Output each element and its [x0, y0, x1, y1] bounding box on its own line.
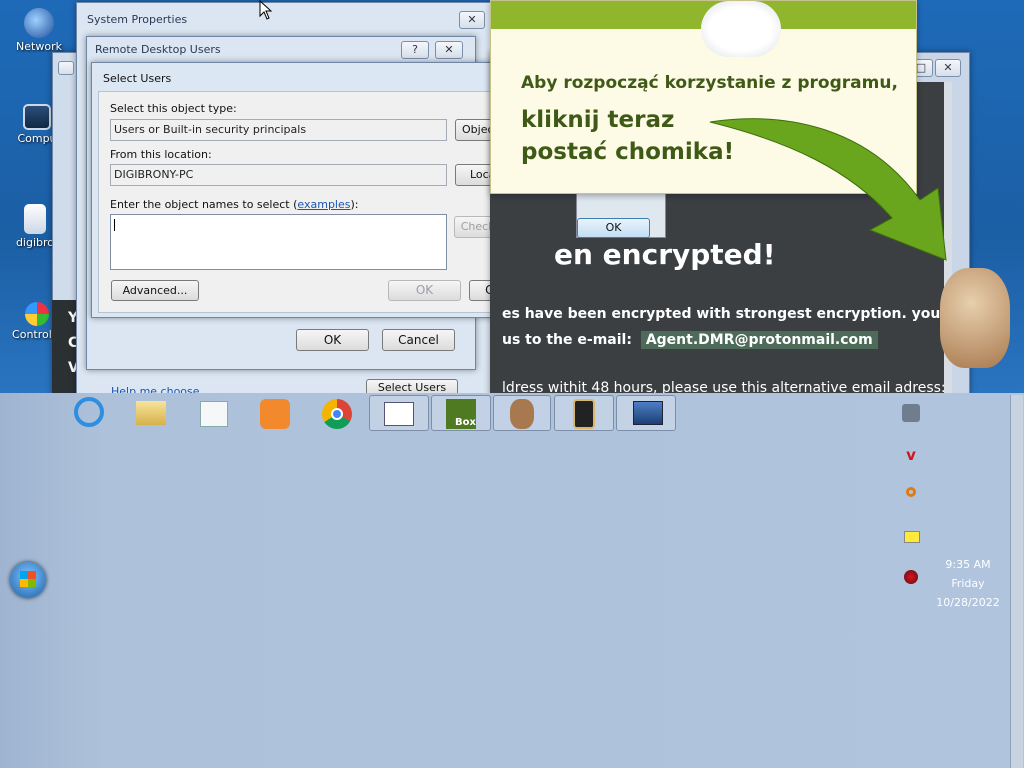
windows-logo-icon [20, 571, 36, 587]
mouse-cursor-icon [259, 0, 273, 20]
location-field: DIGIBRONY-PC [110, 164, 447, 186]
taskbar-item-chomikbox[interactable]: Box [431, 395, 491, 431]
popup-text-line1: Aby rozpocząć korzystanie z programu, [521, 73, 898, 93]
restore-button[interactable] [58, 61, 74, 75]
taskbar-item-file-explorer[interactable] [124, 395, 180, 431]
start-button[interactable] [10, 562, 46, 598]
clock-time: 9:35 AM [945, 558, 991, 571]
object-names-label-suffix: ): [350, 198, 359, 211]
taskbar-item-open-window-4[interactable] [554, 395, 614, 431]
taskbar-item-remote-desktop[interactable] [616, 395, 676, 431]
chomikbox-icon: Box [446, 399, 476, 429]
location-label: From this location: [110, 148, 212, 161]
window-title: System Properties [87, 13, 188, 26]
window-title: Remote Desktop Users [95, 43, 221, 56]
background-window-strip: Y C V [52, 300, 79, 393]
hamster-icon [510, 399, 534, 429]
close-icon: ✕ [467, 13, 477, 26]
media-player-icon [200, 401, 228, 427]
ok-button[interactable]: OK [296, 329, 369, 351]
clock-day: Friday [951, 577, 985, 590]
object-type-label: Select this object type: [110, 102, 237, 115]
advanced-button[interactable]: Advanced... [111, 280, 199, 301]
object-type-field: Users or Built-in security principals [110, 119, 447, 141]
object-names-label-prefix: Enter the object names to select ( [110, 198, 298, 211]
ransom-text-line: es have been encrypted with strongest en… [502, 306, 941, 322]
control-panel-icon [25, 302, 49, 326]
antivirus-tray-icon[interactable]: v [902, 446, 920, 464]
clock-date: 10/28/2022 [936, 596, 1000, 609]
green-arrow-icon [709, 118, 947, 261]
help-icon: ? [412, 43, 418, 56]
computer-icon [23, 104, 51, 130]
app-icon [573, 399, 595, 429]
chrome-icon [322, 399, 352, 429]
folder-icon [136, 401, 166, 425]
left-window-edge [52, 58, 74, 78]
popup-text-line2: kliknij teraz [521, 107, 675, 133]
window-icon [384, 402, 414, 426]
close-button[interactable]: ✕ [459, 11, 485, 29]
network-tray-icon[interactable] [902, 404, 920, 422]
desktop-icon-label: Compu [17, 132, 57, 145]
hamster-mascot-icon[interactable] [940, 268, 1010, 368]
close-button[interactable]: ✕ [935, 59, 961, 77]
desktop-icon-network[interactable]: Network [4, 8, 74, 53]
cloud-icon [701, 1, 781, 57]
taskbar-item-hamster-app[interactable] [493, 395, 551, 431]
object-names-label: Enter the object names to select (exampl… [110, 198, 358, 211]
partial-letter: C [68, 335, 79, 351]
text-cursor [114, 219, 115, 231]
user-folder-icon [24, 204, 46, 234]
dialog-title: Select Users [103, 72, 172, 85]
ransom-text-line: us to the e-mail: Agent.DMR@protonmail.c… [502, 331, 878, 349]
taskbar [0, 393, 1024, 768]
ok-button[interactable]: OK [388, 280, 461, 301]
cancel-button[interactable]: Cancel [382, 329, 455, 351]
taskbar-item-internet-explorer[interactable] [62, 395, 118, 431]
ok-button[interactable]: OK [577, 218, 650, 238]
close-icon: ✕ [943, 61, 953, 74]
network-icon [24, 8, 54, 38]
desktop-icon-label: digibro [15, 236, 55, 249]
speaker-tray-icon[interactable] [902, 568, 920, 586]
help-button[interactable]: ? [401, 41, 429, 59]
examples-link[interactable]: examples [297, 198, 350, 211]
partial-letter: V [68, 360, 79, 376]
uc-browser-icon [260, 399, 290, 429]
notes-tray-icon[interactable] [902, 527, 920, 545]
taskbar-item-uc-browser[interactable] [248, 395, 304, 431]
partial-letter: Y [68, 310, 79, 326]
ransom-email: Agent.DMR@protonmail.com [640, 331, 878, 349]
taskbar-item-media-player[interactable] [186, 395, 242, 431]
taskbar-item-open-window[interactable] [369, 395, 429, 431]
object-names-input[interactable] [110, 214, 447, 270]
close-button[interactable]: ✕ [435, 41, 463, 59]
search-tray-icon[interactable] [902, 486, 920, 504]
maximize-icon: □ [915, 61, 927, 74]
taskbar-item-chrome[interactable] [310, 395, 366, 431]
close-icon: ✕ [444, 43, 454, 56]
taskbar-scrollbar[interactable] [1010, 395, 1023, 768]
remote-desktop-icon [633, 401, 663, 425]
system-clock[interactable]: 9:35 AM Friday 10/28/2022 [928, 555, 1008, 612]
ransom-email-prefix: us to the e-mail: [502, 332, 632, 348]
internet-explorer-icon [74, 397, 104, 427]
